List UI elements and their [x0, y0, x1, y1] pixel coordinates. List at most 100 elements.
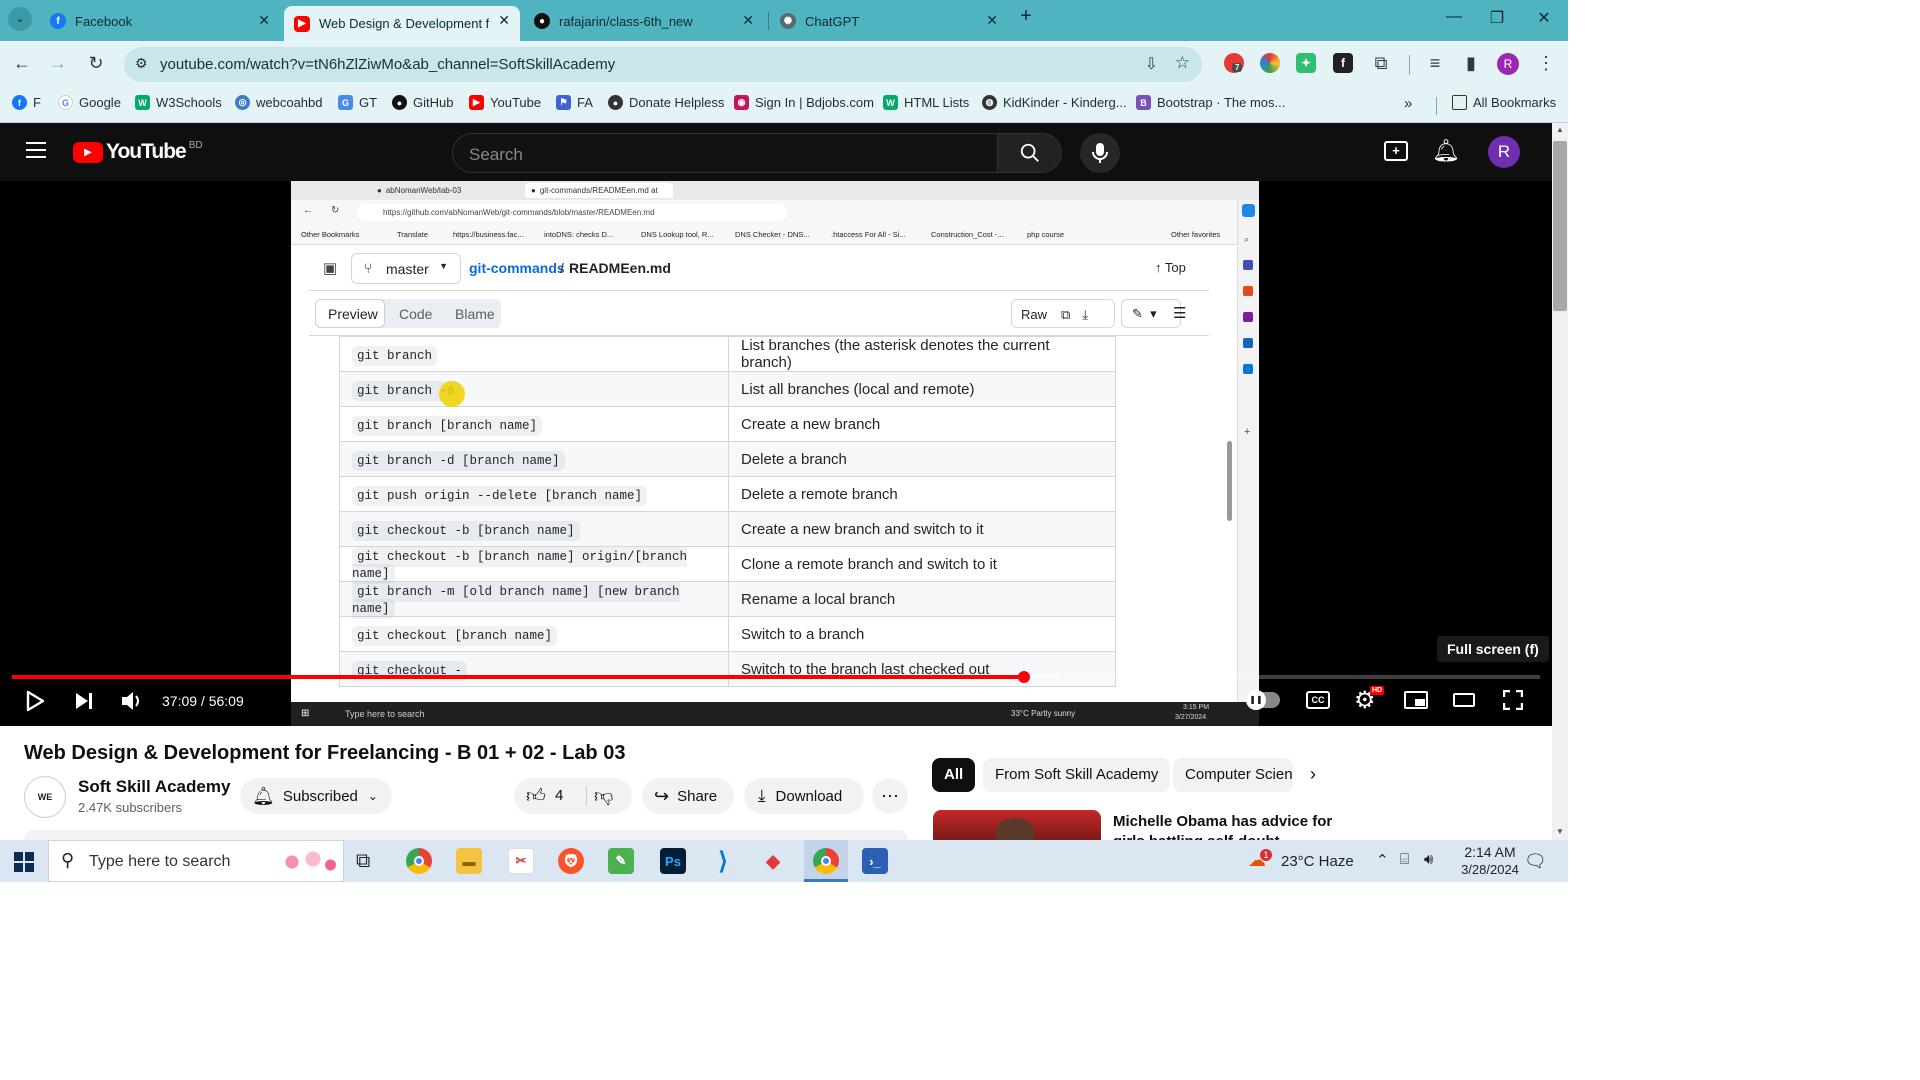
- restore-button[interactable]: ❐: [1485, 8, 1509, 28]
- weather-text[interactable]: 23°C Haze: [1281, 853, 1354, 870]
- bookmark-item[interactable]: B Bootstrap · The mos...: [1136, 95, 1285, 110]
- minimize-button[interactable]: —: [1442, 8, 1466, 26]
- thumbs-up-icon[interactable]: 👍︎: [526, 785, 546, 808]
- reload-button[interactable]: ↻: [84, 53, 108, 74]
- autoplay-toggle[interactable]: ❚❚: [1246, 690, 1280, 710]
- notepad-plus-icon[interactable]: ✎: [608, 848, 634, 874]
- search-button[interactable]: [998, 133, 1062, 173]
- search-input[interactable]: Search: [452, 133, 998, 173]
- close-window-button[interactable]: ✕: [1532, 8, 1556, 28]
- theater-mode-icon[interactable]: [1453, 693, 1475, 707]
- powershell-icon[interactable]: ›_: [862, 848, 888, 874]
- account-avatar[interactable]: R: [1488, 136, 1520, 168]
- tab-facebook[interactable]: f Facebook ✕: [40, 6, 280, 36]
- play-button[interactable]: [24, 690, 46, 717]
- install-app-icon[interactable]: ⇩: [1145, 54, 1158, 74]
- profile-avatar[interactable]: R: [1497, 53, 1519, 75]
- brave-browser-icon[interactable]: 🦁︎: [558, 848, 584, 874]
- more-actions-icon[interactable]: ⋯: [872, 778, 908, 814]
- vscode-icon[interactable]: ⟩: [710, 848, 736, 875]
- forward-button[interactable]: →: [46, 53, 70, 74]
- share-button[interactable]: ↪ Share: [642, 778, 734, 814]
- clock-date[interactable]: 3/28/2024: [1452, 862, 1528, 877]
- recommended-title[interactable]: Michelle Obama has advice forgirls battl…: [1113, 812, 1332, 840]
- bookmark-star-icon[interactable]: ☆: [1175, 53, 1190, 73]
- clock-time[interactable]: 2:14 AM: [1458, 844, 1522, 860]
- scrollbar-thumb[interactable]: [1553, 141, 1567, 311]
- bookmark-item[interactable]: W W3Schools: [135, 95, 222, 110]
- extension-icon[interactable]: 7: [1224, 53, 1244, 73]
- new-tab-button[interactable]: +: [1014, 5, 1038, 28]
- more-bookmarks-chevron-icon[interactable]: »: [1404, 95, 1412, 112]
- chip-from-channel[interactable]: From Soft Skill Academy: [983, 758, 1171, 792]
- close-icon[interactable]: ✕: [742, 12, 754, 29]
- captions-icon[interactable]: CC: [1306, 691, 1330, 709]
- color-picker-extension-icon[interactable]: [1260, 53, 1280, 73]
- notifications-bell-icon[interactable]: 🔔︎: [1432, 138, 1460, 164]
- settings-gear-icon[interactable]: ⚙ HD: [1354, 686, 1385, 715]
- video-player[interactable]: ● abNomanWeb/lab-03 ● git-commands/READMEe…: [0, 181, 1552, 726]
- speaker-icon[interactable]: 🔊︎: [1424, 851, 1433, 868]
- hamburger-menu-icon[interactable]: [26, 142, 46, 158]
- youtube-logo[interactable]: ▶ YouTube BD: [73, 140, 203, 164]
- bookmark-item[interactable]: ◉ Sign In | Bdjobs.com: [734, 95, 874, 110]
- close-icon[interactable]: ✕: [258, 12, 270, 29]
- next-button[interactable]: [74, 691, 94, 716]
- file-explorer-icon[interactable]: ▬: [456, 848, 482, 874]
- site-info-icon[interactable]: ⚙: [135, 55, 148, 72]
- snipping-tool-icon[interactable]: ✂: [508, 848, 534, 874]
- tab-search-icon[interactable]: ⌄: [8, 7, 32, 31]
- all-bookmarks-button[interactable]: All Bookmarks: [1452, 95, 1556, 110]
- tab-github[interactable]: ● rafajarin/class-6th_new ✕: [524, 6, 764, 36]
- chrome-icon[interactable]: [406, 848, 432, 874]
- taskbar-active-app[interactable]: [804, 840, 848, 882]
- tray-chevron-up-icon[interactable]: ⌃: [1376, 851, 1389, 869]
- voice-search-button[interactable]: [1080, 133, 1120, 173]
- hummingbird-extension-icon[interactable]: ✦: [1296, 53, 1316, 73]
- thumbs-down-icon[interactable]: 👎︎: [594, 785, 613, 808]
- address-bar[interactable]: ⚙ youtube.com/watch?v=tN6hZlZiwMo&ab_cha…: [124, 47, 1202, 82]
- progress-scrubber[interactable]: [1017, 671, 1030, 683]
- close-icon[interactable]: ✕: [498, 12, 510, 29]
- media-controls-icon[interactable]: ≡: [1423, 53, 1447, 74]
- side-panel-icon[interactable]: ▮: [1459, 53, 1483, 74]
- bookmark-item[interactable]: G Google: [58, 95, 121, 110]
- network-icon[interactable]: ⌸: [1400, 851, 1409, 868]
- chips-next-chevron-icon[interactable]: ›: [1310, 764, 1316, 785]
- task-view-icon[interactable]: ⧉: [356, 850, 370, 873]
- back-button[interactable]: ←: [10, 53, 34, 74]
- create-video-icon[interactable]: +: [1384, 141, 1408, 161]
- bookmark-item[interactable]: ◎ webcoahbd: [235, 95, 323, 110]
- channel-avatar[interactable]: WE: [24, 776, 66, 818]
- page-scrollbar[interactable]: ▲ ▼: [1552, 123, 1568, 840]
- bookmark-item[interactable]: fF: [12, 95, 41, 110]
- taskbar-search-box[interactable]: ⚲ Type here to search: [48, 840, 344, 882]
- git-app-icon[interactable]: ◆: [760, 848, 786, 874]
- notification-center-icon[interactable]: 🗨︎: [1524, 851, 1547, 872]
- channel-name[interactable]: Soft Skill Academy: [78, 777, 230, 797]
- font-extension-icon[interactable]: f: [1333, 53, 1353, 73]
- progress-bar[interactable]: [12, 671, 1540, 683]
- bookmark-item[interactable]: W HTML Lists: [883, 95, 969, 110]
- photoshop-icon[interactable]: Ps: [660, 848, 686, 874]
- fullscreen-icon[interactable]: [1502, 689, 1524, 715]
- close-icon[interactable]: ✕: [986, 12, 998, 29]
- subscribed-button[interactable]: 🔔︎ Subscribed ⌄: [240, 778, 392, 814]
- chip-all[interactable]: All: [932, 758, 976, 792]
- volume-button[interactable]: [120, 690, 144, 717]
- bookmark-item[interactable]: ▶ YouTube: [469, 95, 541, 110]
- download-button[interactable]: ⤓ Download: [744, 778, 864, 814]
- bookmark-item[interactable]: ⚑ FA: [556, 95, 593, 110]
- description-box[interactable]: [24, 830, 908, 840]
- bookmark-item[interactable]: ● Donate Helpless: [608, 95, 724, 110]
- extensions-puzzle-icon[interactable]: ⧉: [1369, 53, 1393, 74]
- miniplayer-icon[interactable]: [1404, 691, 1428, 709]
- windows-start-icon[interactable]: [14, 852, 34, 872]
- bookmark-item[interactable]: ◍ KidKinder - Kinderg...: [982, 95, 1127, 110]
- chip-computer-science[interactable]: Computer Scien: [1173, 758, 1293, 792]
- menu-kebab-icon[interactable]: ⋮: [1534, 53, 1558, 74]
- recommended-thumbnail[interactable]: [933, 810, 1101, 840]
- tab-chatgpt[interactable]: ✺ ChatGPT ✕: [770, 6, 1008, 36]
- tab-youtube-active[interactable]: ▶ Web Design & Development fo ✕: [284, 6, 520, 41]
- bookmark-item[interactable]: G GT: [338, 95, 377, 110]
